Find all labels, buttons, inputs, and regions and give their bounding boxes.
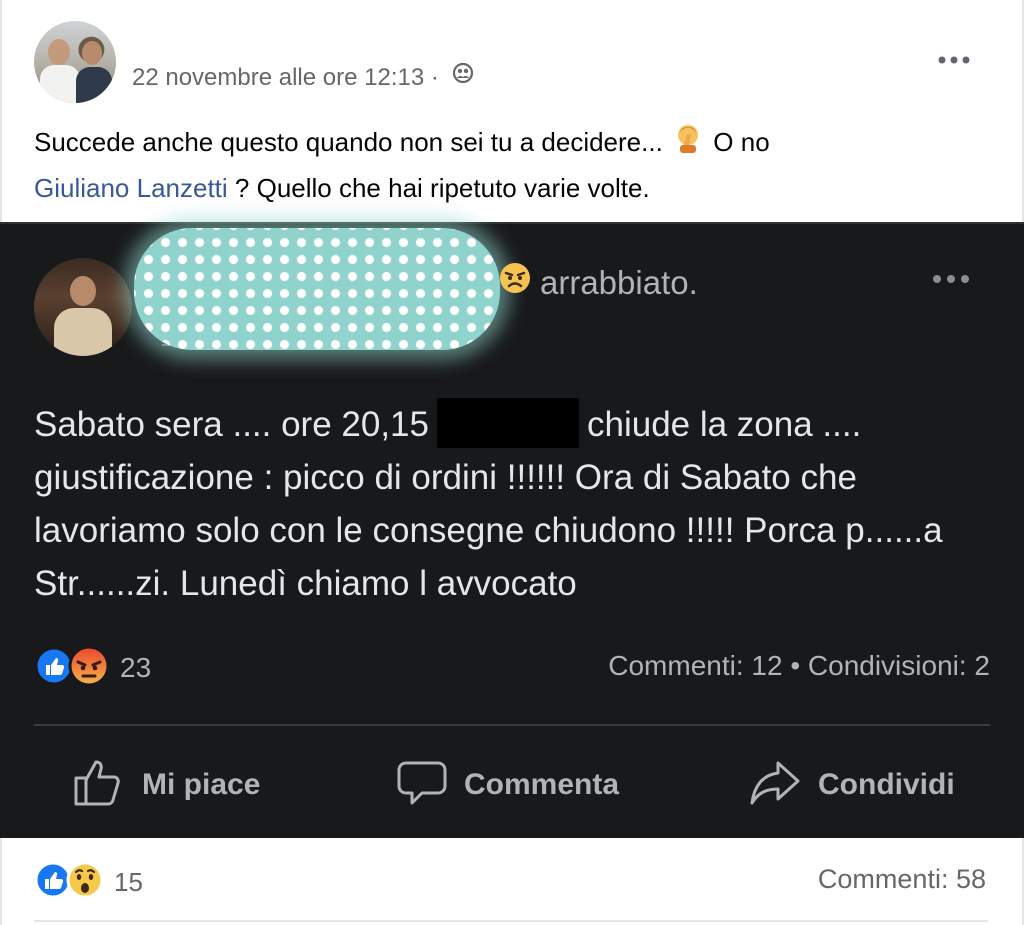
wow-reaction-icon xyxy=(66,861,104,904)
feeling-text: arrabbiato. xyxy=(540,264,698,301)
post-text-part2: O no xyxy=(713,127,770,157)
inner-post-message: Sabato sera .... ore 20,15 chiude la zona… xyxy=(34,397,1004,610)
friends-icon xyxy=(452,62,474,91)
thumbs-up-icon xyxy=(72,756,126,815)
reaction-count: 15 xyxy=(114,866,143,897)
divider xyxy=(0,222,1024,224)
comment-button: Commenta xyxy=(396,750,619,820)
divider xyxy=(34,724,990,726)
angry-face-icon xyxy=(498,261,532,303)
post-text-part3: ? Quello che hai ripetuto varie volte. xyxy=(227,173,650,204)
inner-more-options-icon xyxy=(930,272,972,286)
name-redaction-mask xyxy=(134,228,500,350)
angry-reaction-icon xyxy=(68,645,110,692)
facebook-post-page: 22 novembre alle ore 12:13 · Succede anc… xyxy=(0,0,1024,925)
share-label: Condividi xyxy=(818,768,955,801)
shared-screenshot[interactable]: 1 h · arrabbiato. Sabat xyxy=(0,222,1024,838)
post-message: Succede anche questo quando non sei tu a… xyxy=(34,120,994,210)
comments-count[interactable]: Commenti: 58 xyxy=(818,864,986,895)
more-options-icon[interactable] xyxy=(936,50,972,70)
comment-label: Commenta xyxy=(464,768,620,801)
inner-reactions-summary: 23 xyxy=(34,645,152,692)
divider xyxy=(34,920,988,922)
inner-author-avatar xyxy=(34,258,132,356)
author-avatar[interactable] xyxy=(34,21,116,103)
like-button: Mi piace xyxy=(72,750,260,820)
share-arrow-icon xyxy=(748,757,802,814)
post-timestamp: 22 novembre alle ore 12:13 · xyxy=(132,62,474,92)
redaction-block xyxy=(436,397,579,448)
mention-link[interactable]: Giuliano Lanzetti xyxy=(34,173,228,203)
inner-text-rest: giustificazione : picco di ordini !!!!!!… xyxy=(34,458,943,603)
comment-bubble-icon xyxy=(396,757,448,814)
inner-text-line1b: chiude la zona .... xyxy=(586,405,862,444)
inner-text-line1a: Sabato sera .... ore 20,15 xyxy=(34,405,429,444)
post-date-text[interactable]: 22 novembre alle ore 12:13 · xyxy=(132,64,439,91)
inner-reaction-count: 23 xyxy=(120,652,152,683)
post-text-part1: Succede anche questo quando non sei tu a… xyxy=(34,127,663,157)
like-label: Mi piace xyxy=(142,768,261,801)
facepalm-emoji-icon xyxy=(674,122,702,166)
share-button: Condividi xyxy=(748,750,955,820)
reactions-summary[interactable]: 15 xyxy=(34,860,143,904)
feeling-status: arrabbiato. xyxy=(498,261,698,303)
inner-comments-shares: Commenti: 12 • Condivisioni: 2 xyxy=(608,650,990,681)
